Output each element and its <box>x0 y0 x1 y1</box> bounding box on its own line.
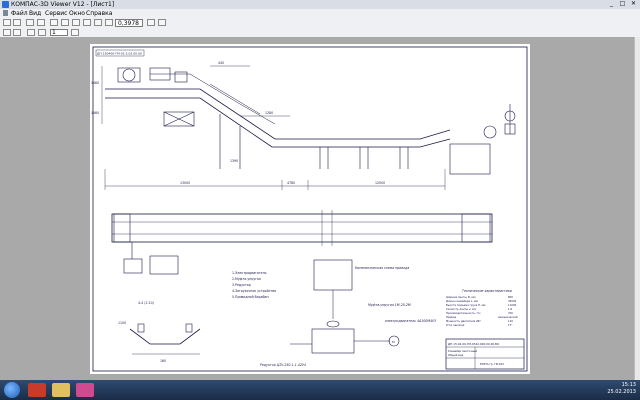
plan-tail-unit <box>461 213 491 243</box>
prev-page-icon[interactable] <box>38 29 46 36</box>
tech-row-6: Привод <box>446 315 456 319</box>
maximize-button[interactable]: □ <box>618 1 627 7</box>
head-pulley-shape <box>122 68 136 82</box>
kinematic-title: Кинематическая схема привода <box>355 266 409 270</box>
drawing-canvas: ДП-150400-ГМ-01-2.02.00.00 440 1280 1460… <box>91 46 528 372</box>
section-width: 160 <box>160 359 166 363</box>
dim-vert-1: 1460 <box>91 81 99 85</box>
grid-icon[interactable] <box>13 29 21 36</box>
tech-val-1: 800 <box>508 295 513 299</box>
stamp-line-2: Общий вид <box>448 353 463 357</box>
layers-icon[interactable] <box>3 29 11 36</box>
section-trough <box>129 328 201 345</box>
system-tray: 15:13 25.02.2013 <box>600 382 636 398</box>
legend-4: 4.Загрузочное устройство <box>232 289 276 293</box>
dim-1280: 1280 <box>265 111 273 115</box>
tech-val-3: 11000 <box>508 303 517 307</box>
next-page-icon[interactable] <box>71 29 79 36</box>
doc-menu-icon[interactable] <box>3 10 8 16</box>
tail-hopper-shape <box>449 143 491 175</box>
legend-3: 3.Редуктор <box>232 283 251 287</box>
conveyor-lower-belt <box>105 97 451 148</box>
legend-2: 2.Муфта-упругая <box>232 277 261 281</box>
menu-file[interactable]: Файл <box>11 10 28 17</box>
tray-date: 25.02.2013 <box>607 389 636 395</box>
legend-5: 5.Приводной барабан <box>232 295 269 299</box>
tech-val-2: 43000 <box>508 299 517 303</box>
tray-time: 15:13 <box>621 382 636 388</box>
zoom-all-icon[interactable] <box>83 19 91 26</box>
opera-icon[interactable] <box>28 383 46 397</box>
stamp-org: БГИТА гр. ГМ-022 <box>480 362 504 366</box>
menu-service[interactable]: Сервис <box>45 10 67 17</box>
plan-head-drive <box>113 213 131 243</box>
legend-1: 1.Электродвигатель <box>232 271 267 275</box>
close-button[interactable]: ✕ <box>629 1 638 7</box>
vertical-scrollbar[interactable] <box>634 37 640 380</box>
copy-icon[interactable] <box>37 19 45 26</box>
stamp-bottom-text: ДП-15.04.00-ГМ-0322.000.00.00.ВО <box>448 342 500 346</box>
first-page-icon[interactable] <box>27 29 35 36</box>
tech-row-3: Высота подъема груза Н, мм <box>446 303 486 307</box>
tech-val-7: 110 <box>508 319 513 323</box>
stamp-top-text: ДП-150400-ГМ-01-2.02.00.00 <box>97 52 142 56</box>
open-icon[interactable] <box>3 19 11 26</box>
menu-help[interactable]: Справка <box>86 10 112 17</box>
menu-window[interactable]: Окно <box>69 10 85 17</box>
label-coupling: Муфта-упругая 1М-20-2М <box>368 303 411 307</box>
zoom-window-icon[interactable] <box>72 19 80 26</box>
dim-12000: 12000 <box>375 181 385 185</box>
plan-view-frame <box>111 213 493 243</box>
kinematic-motor-box <box>313 259 353 291</box>
dim-vert-3: 1390 <box>230 159 238 163</box>
start-button[interactable] <box>4 382 20 398</box>
dim-13000: 13000 <box>180 181 190 185</box>
preview-icon[interactable] <box>26 19 34 26</box>
drive-reducer-shape <box>117 67 141 83</box>
tech-row-2: Длина конвейера L, мм <box>446 299 478 303</box>
drawing-sheet: ДП-150400-ГМ-01-2.02.00.00 440 1280 1460… <box>90 44 530 374</box>
app-icon <box>2 1 9 8</box>
label-m: М <box>392 340 395 344</box>
zoom-out-icon[interactable] <box>61 19 69 26</box>
menu-view[interactable]: Вид <box>29 10 41 17</box>
plan-motor <box>149 255 179 275</box>
section-label: 4-4 (1:10) <box>138 301 154 305</box>
tech-val-6: механический <box>498 315 518 319</box>
zoom-in-icon[interactable] <box>50 19 58 26</box>
window-title: КОМПАС-3D Viewer V12 - [Лист1] <box>11 1 115 8</box>
tech-val-8: 17° <box>508 323 513 327</box>
rotate-icon[interactable] <box>158 19 166 26</box>
page-number-input[interactable]: 1 <box>50 29 68 36</box>
tech-row-7: Мощность двигателя кВт <box>446 319 481 323</box>
minimize-button[interactable]: _ <box>607 1 616 7</box>
pan-icon[interactable] <box>94 19 102 26</box>
zoom-input[interactable]: 0,3978 <box>115 19 143 27</box>
label-reducer: Редуктор Ц2У-250-1-1-42У4 <box>260 363 306 367</box>
tech-val-4: 1,6 <box>508 307 512 311</box>
show-all-icon[interactable] <box>147 19 155 26</box>
print-icon[interactable] <box>13 19 21 26</box>
tech-row-5: Производительность, т/ч <box>446 311 481 315</box>
dim-4780: 4780 <box>287 181 295 185</box>
tech-row-1: Ширина ленты, В, мм <box>446 295 475 299</box>
tech-row-4: Скорость ленты v, м/с <box>446 307 477 311</box>
refresh-icon[interactable] <box>105 19 113 26</box>
kinematic-reducer-box <box>311 328 355 354</box>
tech-row-8: Угол наклона <box>446 323 465 327</box>
dim-vert-2: 1460 <box>91 111 99 115</box>
dim-440: 440 <box>218 61 224 65</box>
kompas-taskbar-icon[interactable] <box>76 383 94 397</box>
label-motor: электродвигатель 4А100М4У3 <box>385 319 436 323</box>
conveyor-upper-belt <box>105 88 451 140</box>
taskbar: 15:13 25.02.2013 <box>0 380 640 400</box>
section-dim2: 1100 <box>118 321 126 325</box>
tech-title: Технические характеристики <box>462 289 512 293</box>
stamp-line-1: Конвейер ленточный <box>448 349 477 353</box>
tech-val-5: 700 <box>508 311 513 315</box>
explorer-icon[interactable] <box>52 383 70 397</box>
